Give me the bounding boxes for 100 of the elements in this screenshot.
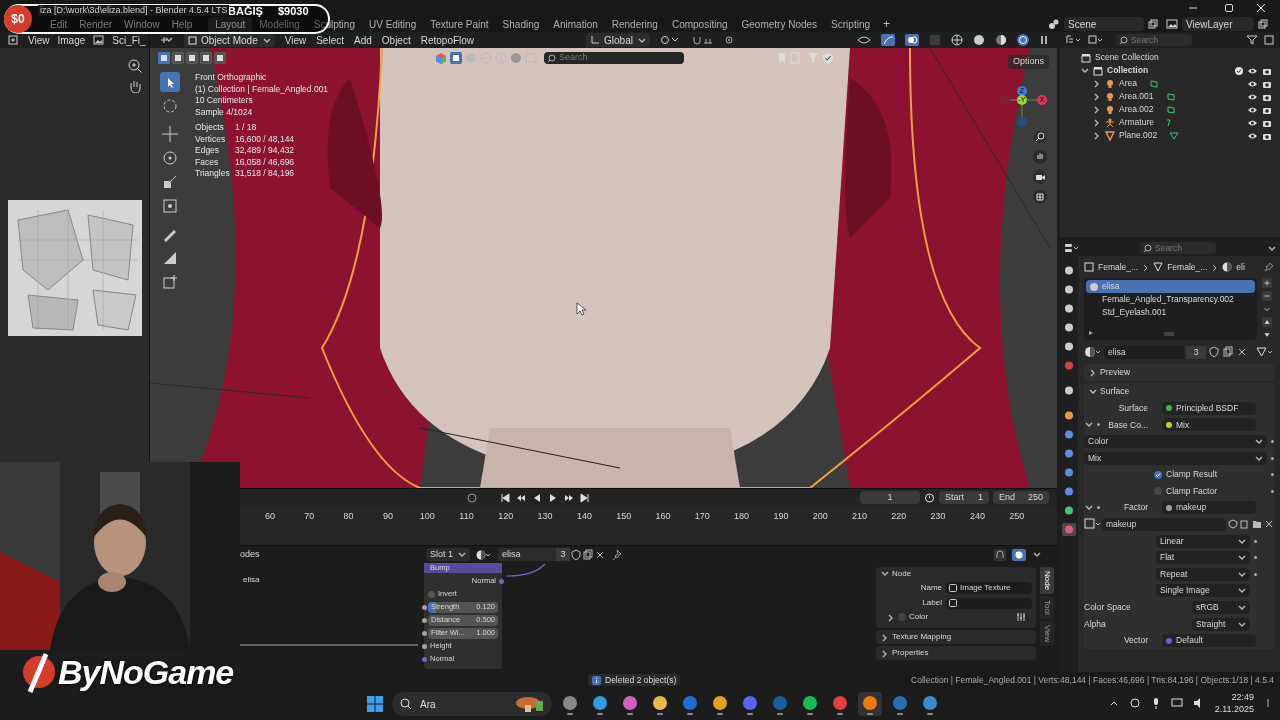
field-label: Start [945, 490, 964, 504]
panel-header[interactable]: Surface [1084, 383, 1274, 400]
panel-header[interactable]: Preview [1084, 364, 1274, 381]
workspace-tab[interactable]: Rendering [604, 16, 665, 32]
dropdown[interactable]: Mix [1084, 451, 1267, 465]
workspace-tab[interactable]: Scripting [824, 16, 877, 32]
clock-time[interactable]: 22:49 [1231, 691, 1254, 703]
row-label: Area.002 [1119, 103, 1154, 116]
view-layer-field[interactable]: ViewLayer [1182, 17, 1254, 31]
add-workspace-button[interactable]: + [877, 15, 897, 33]
dropdown[interactable]: Repeat [1156, 567, 1250, 581]
outliner-row[interactable]: Area [1060, 77, 1280, 90]
material-name-field[interactable]: elisa [1104, 345, 1184, 359]
name-field[interactable]: Image Texture [946, 582, 1032, 594]
menu-item[interactable]: Window [118, 16, 166, 32]
sidebar-tab[interactable]: View [1040, 620, 1054, 646]
frame-number: 170 [694, 509, 710, 523]
row-label: Armature [1119, 116, 1154, 129]
sidebar-tab[interactable]: Tool [1040, 596, 1054, 619]
row-label: Area.001 [1119, 90, 1154, 103]
breadcrumb-item[interactable]: eli [1236, 260, 1245, 274]
clock-date[interactable]: 2.11.2025 [1214, 703, 1254, 715]
field-label: Name [919, 582, 942, 594]
field-label: Alpha [1084, 617, 1107, 631]
checkbox-label: Clamp Factor [1166, 484, 1218, 498]
material-slot[interactable]: elisa [1086, 280, 1255, 293]
socket-link-field[interactable]: Default [1162, 634, 1256, 648]
menu-item[interactable]: View [284, 32, 307, 48]
frame-number: 250 [1009, 509, 1025, 523]
collapsed-panel[interactable]: Properties [876, 646, 1036, 660]
slot-dropdown[interactable]: Slot 1 [426, 548, 470, 561]
menu-item[interactable]: RetopoFlow [420, 32, 475, 48]
workspace-tab[interactable]: Shading [495, 16, 547, 32]
socket-link-field[interactable]: Mix [1162, 418, 1256, 432]
outliner-row[interactable]: Armature [1060, 116, 1280, 129]
image-name-field[interactable]: Sci_Fi_ [112, 32, 146, 48]
stream-logo: ByNoGame [58, 655, 234, 689]
breadcrumb-item[interactable]: Female_... [1167, 260, 1208, 274]
frame-number: 190 [773, 509, 789, 523]
panel-title[interactable]: Color [909, 611, 929, 623]
material-field[interactable]: elisa [498, 548, 556, 561]
panel-title: Preview [1100, 366, 1131, 379]
material-slot[interactable]: Std_Eyelash.001 [1086, 306, 1255, 319]
dropdown[interactable]: Linear [1156, 534, 1250, 548]
dropdown[interactable]: Color [1084, 435, 1267, 448]
workspace-tab[interactable]: Compositing [664, 16, 735, 32]
frame-number: 120 [498, 509, 514, 523]
workspace-tab[interactable]: Animation [546, 16, 605, 32]
menu-item[interactable]: Object [381, 32, 411, 48]
orientation-dropdown[interactable]: Global [586, 33, 650, 47]
menu-item[interactable]: Select [316, 32, 344, 48]
field-label: Surface [1117, 401, 1148, 415]
socket-link-field[interactable]: makeup [1162, 501, 1256, 515]
field-label: Label [921, 597, 942, 609]
start-frame-field[interactable]: Start 1 [939, 491, 989, 504]
end-frame-field[interactable]: End 250 [993, 491, 1049, 504]
menu-item[interactable]: Render [73, 16, 119, 32]
field-value: 250 [1027, 490, 1043, 504]
workspace-tab[interactable]: Texture Paint [423, 16, 496, 32]
workspace-tab[interactable]: UV Editing [361, 16, 424, 32]
frame-number: 100 [419, 509, 435, 523]
outliner-row[interactable]: Plane.002 [1060, 129, 1280, 142]
row-label: Area [1119, 77, 1137, 90]
frame-number: 180 [734, 509, 750, 523]
menu-item[interactable]: Edit [44, 16, 74, 32]
editor-title: odes [240, 547, 261, 561]
menu-item[interactable]: Add [354, 32, 372, 48]
dropdown[interactable]: Flat [1156, 551, 1250, 565]
dropdown[interactable]: sRGB [1192, 600, 1250, 614]
field-label: Base Co... [1107, 418, 1148, 432]
collapsed-panel[interactable]: Texture Mapping [876, 630, 1036, 644]
outliner-row[interactable]: Area.001 [1060, 90, 1280, 103]
donation-goal: $9030 [278, 5, 309, 18]
menu-item[interactable]: Image [57, 32, 86, 48]
panel-title[interactable]: Node [892, 567, 912, 580]
image-name-field[interactable]: makeup [1102, 517, 1226, 531]
outliner-row[interactable]: Area.002 [1060, 103, 1280, 116]
dropdown[interactable]: Single Image [1156, 584, 1250, 598]
frame-number: 230 [930, 509, 946, 523]
socket-link-field[interactable]: Principled BSDF [1162, 401, 1256, 415]
checkbox-label: Clamp Result [1166, 468, 1219, 482]
outliner-row[interactable]: Scene Collection [1060, 51, 1280, 64]
workspace-tab[interactable]: Layout [208, 16, 253, 32]
sidebar-tab[interactable]: Node [1040, 567, 1054, 595]
menu-item[interactable]: View [28, 32, 50, 48]
scene-field[interactable]: Scene [1064, 17, 1144, 31]
mode-dropdown[interactable]: Object Mode [184, 33, 275, 47]
window-title: iza [D:\work\3d\eliza.blend] - Blender 4.5.4 LTS [38, 4, 230, 16]
dropdown[interactable]: Straight [1192, 617, 1250, 631]
breadcrumb-item[interactable]: Female_... [1098, 260, 1139, 274]
taskbar-search[interactable]: Ara [392, 692, 552, 716]
field-value: 1 [978, 490, 983, 504]
menu-item[interactable]: Help [165, 16, 199, 32]
frame-number: 240 [969, 509, 985, 523]
frame-number: 210 [852, 509, 867, 523]
field-label: Color Space [1084, 601, 1132, 614]
frame-field[interactable]: 1 [860, 491, 920, 504]
workspace-tab[interactable]: Geometry Nodes [734, 16, 825, 32]
outliner-row[interactable]: Collection [1060, 64, 1280, 77]
material-slot[interactable]: Female_Angled_Transparency.002 [1086, 293, 1255, 306]
